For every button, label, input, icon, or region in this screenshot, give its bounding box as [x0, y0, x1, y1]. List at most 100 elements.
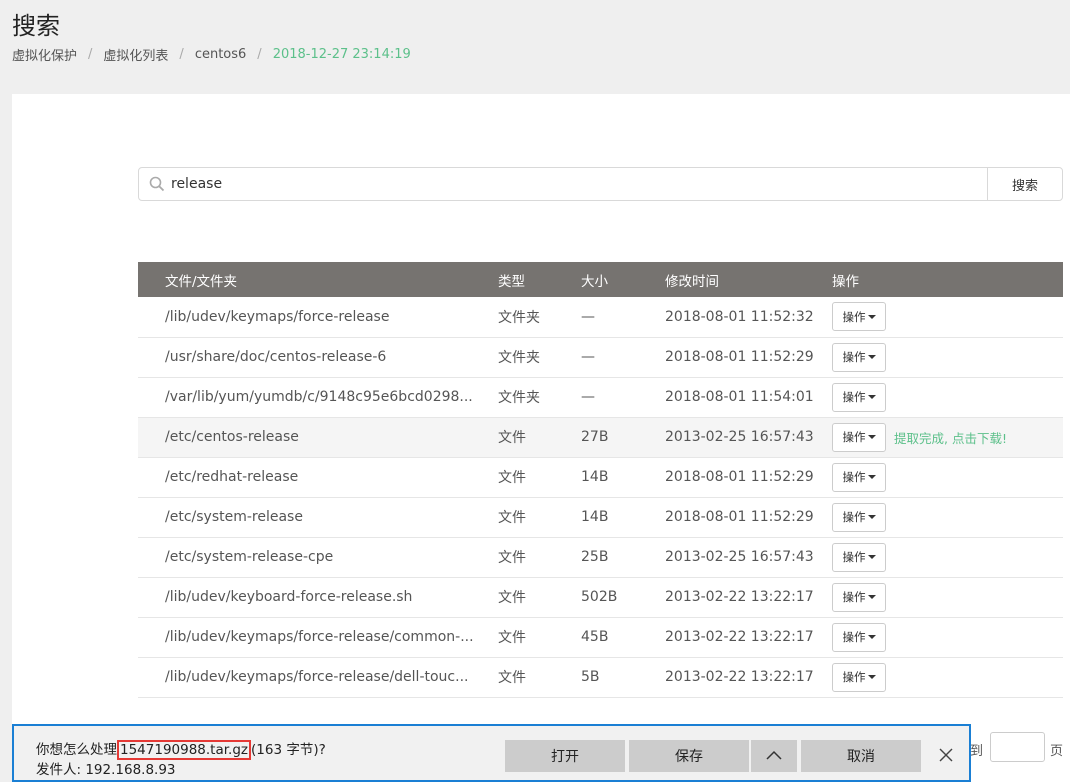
- save-options-button[interactable]: [751, 740, 797, 772]
- breadcrumb-item-list[interactable]: 虚拟化列表: [103, 45, 168, 64]
- cell-time: 2018-08-01 11:52:29: [665, 457, 832, 498]
- cell-name: /lib/udev/keymaps/force-release: [138, 297, 498, 338]
- cell-size: —: [581, 337, 665, 378]
- cell-time: 2013-02-22 13:22:17: [665, 577, 832, 618]
- caret-down-icon: [867, 355, 876, 359]
- operation-label: 操作: [842, 350, 866, 364]
- cell-name: /etc/system-release-cpe: [138, 537, 498, 578]
- search-field[interactable]: [139, 168, 987, 200]
- cell-size: 45B: [581, 617, 665, 658]
- download-prompt-suffix: (163 字节)?: [251, 742, 326, 758]
- cell-operation: 操作: [832, 497, 1063, 538]
- table-row: /etc/redhat-release 文件 14B 2018-08-01 11…: [138, 457, 1063, 498]
- cell-time: 2013-02-25 16:57:43: [665, 537, 832, 578]
- cell-operation: 操作: [832, 377, 1063, 418]
- operation-dropdown-button[interactable]: 操作: [832, 462, 886, 492]
- cell-type: 文件: [498, 537, 581, 578]
- operation-dropdown-button[interactable]: 操作: [832, 622, 886, 652]
- search-bar: 搜索: [138, 167, 1063, 201]
- operation-label: 操作: [842, 590, 866, 604]
- operation-dropdown-button[interactable]: 操作: [832, 422, 886, 452]
- cell-name: /lib/udev/keyboard-force-release.sh: [138, 577, 498, 618]
- cell-operation: 操作: [832, 337, 1063, 378]
- operation-label: 操作: [842, 470, 866, 484]
- cell-name: /var/lib/yum/yumdb/c/9148c95e6bcd0298...: [138, 377, 498, 418]
- table-row: /var/lib/yum/yumdb/c/9148c95e6bcd0298...…: [138, 377, 1063, 418]
- open-button[interactable]: 打开: [505, 740, 625, 772]
- cell-size: 502B: [581, 577, 665, 618]
- file-table: 文件/文件夹 类型 大小 修改时间 操作 /lib/udev/keymaps/f…: [138, 262, 1063, 698]
- breadcrumb-separator: /: [179, 47, 184, 62]
- operation-dropdown-button[interactable]: 操作: [832, 662, 886, 692]
- cell-type: 文件夹: [498, 297, 581, 338]
- cell-type: 文件夹: [498, 337, 581, 378]
- operation-dropdown-button[interactable]: 操作: [832, 502, 886, 532]
- cell-name: /etc/redhat-release: [138, 457, 498, 498]
- pager-to-label: 到: [970, 744, 984, 759]
- cell-operation: 操作: [832, 457, 1063, 498]
- table-row: /lib/udev/keymaps/force-release/dell-tou…: [138, 657, 1063, 698]
- search-input[interactable]: [171, 176, 871, 192]
- cell-operation: 操作 提取完成, 点击下载!: [832, 417, 1063, 458]
- download-ready-link[interactable]: 提取完成, 点击下载!: [894, 431, 1007, 446]
- operation-label: 操作: [842, 390, 866, 404]
- cell-operation: 操作: [832, 537, 1063, 578]
- cell-size: —: [581, 377, 665, 418]
- operation-label: 操作: [842, 670, 866, 684]
- cell-size: 14B: [581, 457, 665, 498]
- download-prompt-prefix: 你想怎么处理: [36, 742, 117, 758]
- caret-down-icon: [867, 395, 876, 399]
- cell-name: /lib/udev/keymaps/force-release/common-.…: [138, 617, 498, 658]
- header-operation: 操作: [832, 262, 1063, 297]
- download-filename: 1547190988.tar.gz: [117, 740, 252, 760]
- download-sender: 发件人: 192.168.8.93: [36, 762, 176, 778]
- cell-size: —: [581, 297, 665, 338]
- cell-operation: 操作: [832, 657, 1063, 698]
- pager-page-input[interactable]: [990, 732, 1045, 762]
- operation-dropdown-button[interactable]: 操作: [832, 302, 886, 332]
- cell-time: 2018-08-01 11:52:29: [665, 337, 832, 378]
- operation-label: 操作: [842, 309, 866, 324]
- caret-down-icon: [867, 475, 876, 479]
- operation-dropdown-button[interactable]: 操作: [832, 582, 886, 612]
- cell-name: /etc/centos-release: [138, 417, 498, 458]
- download-notification-bar: 你想怎么处理 1547190988.tar.gz (163 字节)? 发件人: 19…: [12, 724, 971, 782]
- header-name: 文件/文件夹: [138, 262, 498, 297]
- cell-type: 文件: [498, 617, 581, 658]
- download-prompt: 你想怎么处理 1547190988.tar.gz (163 字节)?: [36, 738, 326, 760]
- cell-name: /etc/system-release: [138, 497, 498, 538]
- cell-time: 2013-02-25 16:57:43: [665, 417, 832, 458]
- operation-dropdown-button[interactable]: 操作: [832, 382, 886, 412]
- cell-type: 文件: [498, 497, 581, 538]
- cell-operation: 操作: [832, 577, 1063, 618]
- operation-label: 操作: [842, 630, 866, 644]
- breadcrumb-separator: /: [257, 47, 262, 62]
- table-row: /lib/udev/keyboard-force-release.sh 文件 5…: [138, 577, 1063, 618]
- header-time: 修改时间: [665, 262, 832, 297]
- breadcrumb-item-protection[interactable]: 虚拟化保护: [12, 45, 77, 64]
- table-row: /usr/share/doc/centos-release-6 文件夹 — 20…: [138, 337, 1063, 378]
- cancel-button[interactable]: 取消: [801, 740, 921, 772]
- table-row: /etc/system-release 文件 14B 2018-08-01 11…: [138, 497, 1063, 538]
- cell-operation: 操作: [832, 297, 1063, 338]
- pager-page-label: 页: [1050, 744, 1064, 759]
- header-size: 大小: [581, 262, 665, 297]
- caret-down-icon: [867, 314, 876, 319]
- caret-down-icon: [867, 555, 876, 559]
- cell-time: 2018-08-01 11:54:01: [665, 377, 832, 418]
- search-button[interactable]: 搜索: [987, 168, 1062, 200]
- page-title: 搜索: [12, 12, 60, 40]
- operation-dropdown-button[interactable]: 操作: [832, 342, 886, 372]
- operation-label: 操作: [842, 510, 866, 524]
- breadcrumb-current: 2018-12-27 23:14:19: [272, 47, 411, 62]
- operation-dropdown-button[interactable]: 操作: [832, 542, 886, 572]
- caret-down-icon: [867, 675, 876, 679]
- table-row: /lib/udev/keymaps/force-release 文件夹 — 20…: [138, 297, 1063, 338]
- caret-down-icon: [867, 435, 876, 439]
- breadcrumb-item-vm[interactable]: centos6: [195, 47, 246, 62]
- close-download-bar-button[interactable]: [934, 744, 958, 768]
- breadcrumb-separator: /: [88, 47, 93, 62]
- table-row: /etc/system-release-cpe 文件 25B 2013-02-2…: [138, 537, 1063, 578]
- save-button[interactable]: 保存: [629, 740, 749, 772]
- caret-down-icon: [867, 515, 876, 519]
